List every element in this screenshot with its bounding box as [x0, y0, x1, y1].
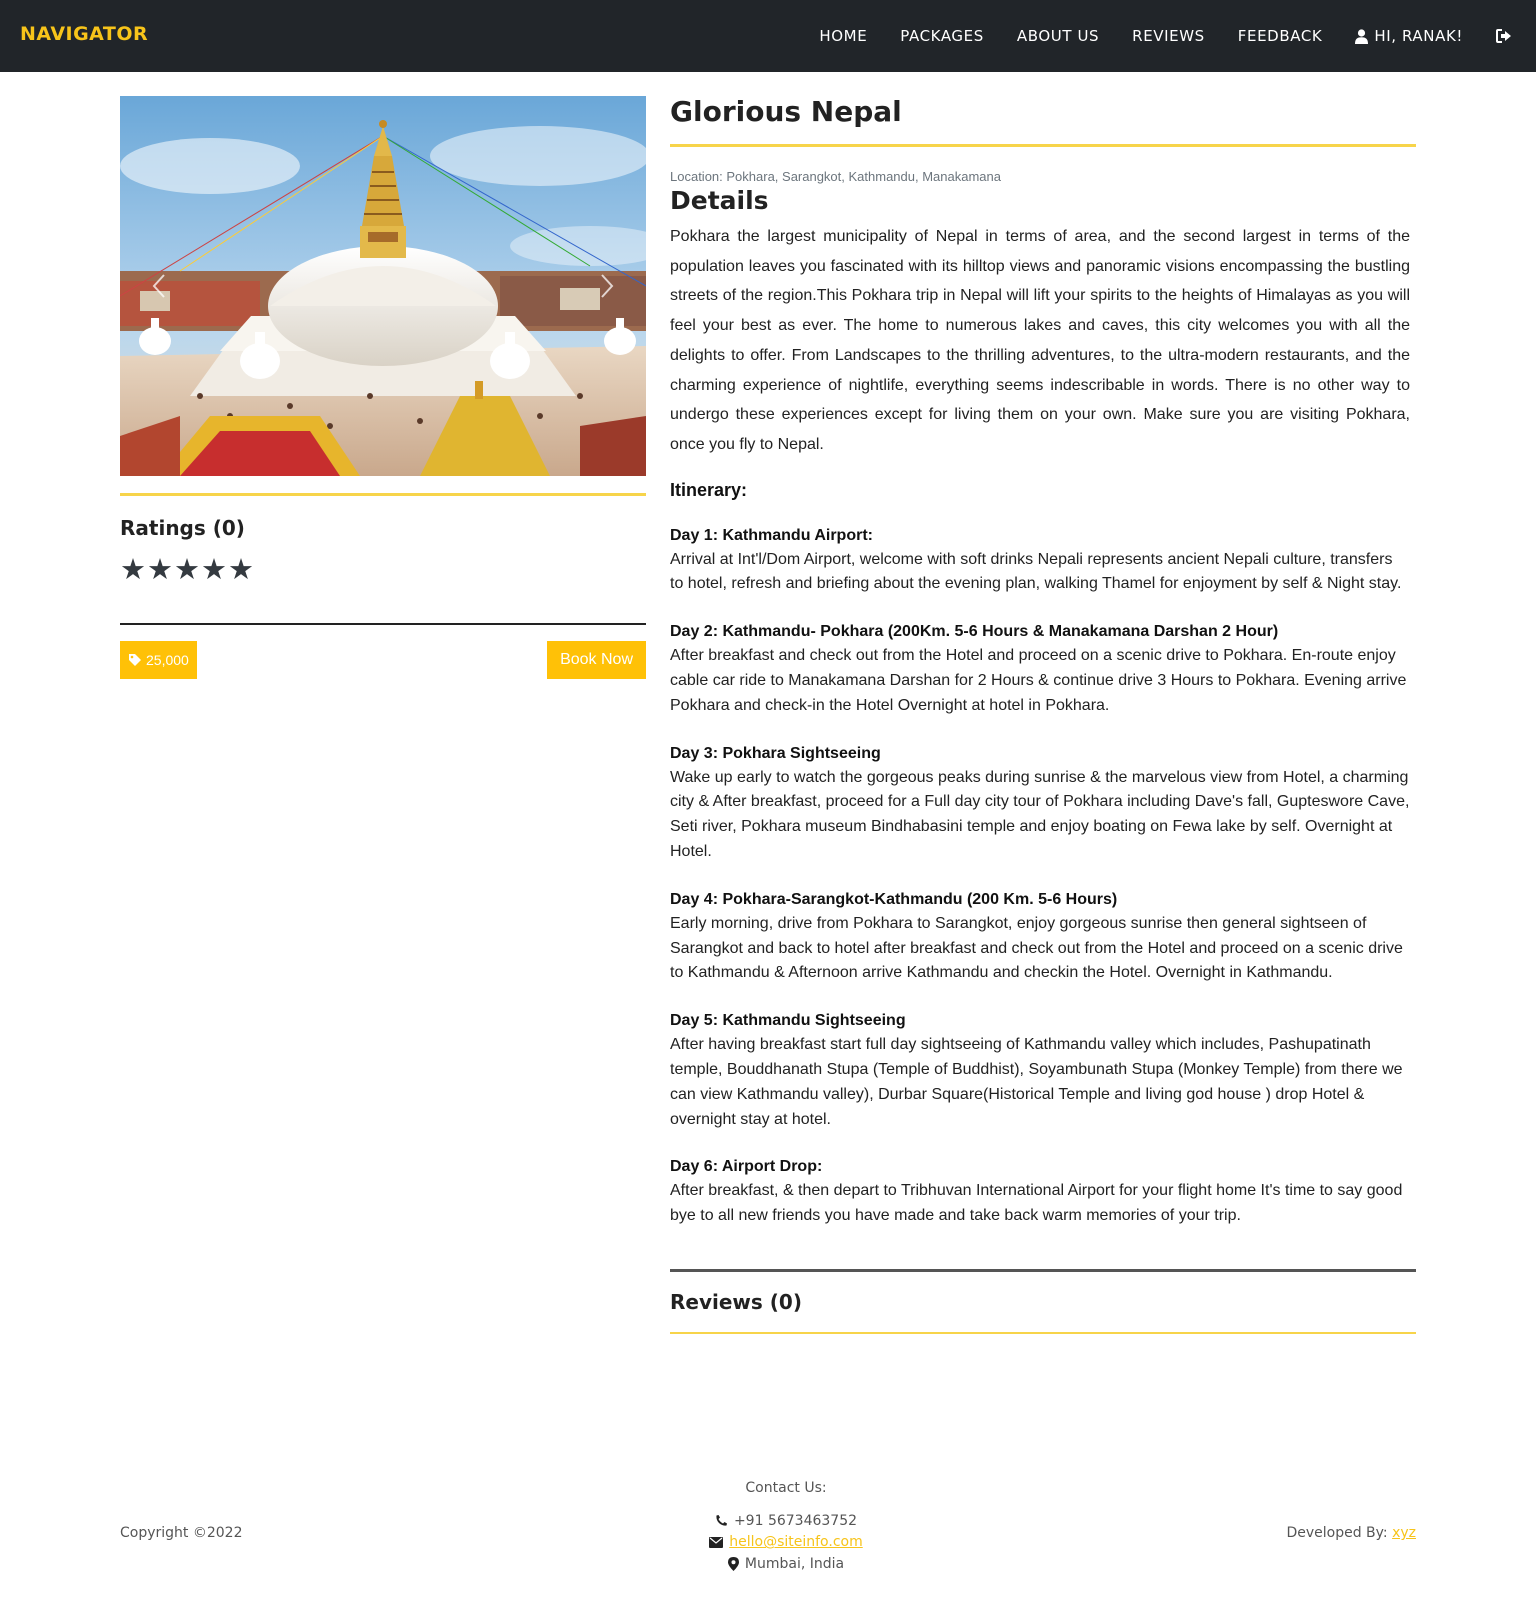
price-value: 25,000 [146, 652, 189, 668]
chevron-left-icon [152, 274, 165, 298]
carousel-next-button[interactable] [592, 266, 622, 306]
itinerary-day: Day 3: Pokhara Sightseeing Wake up early… [670, 744, 1416, 865]
nav-packages[interactable]: PACKAGES [900, 27, 984, 45]
itinerary-day-text: Early morning, drive from Pokhara to Sar… [670, 914, 1403, 982]
package-sidebar: Ratings (0) ★ ★ ★ ★ ★ 25,000 Book Now [120, 96, 646, 679]
carousel-underline [120, 493, 646, 496]
itinerary-day: Day 6: Airport Drop: After breakfast, & … [670, 1157, 1416, 1229]
reviews-underline [670, 1331, 1416, 1334]
star-icon: ★ [228, 554, 254, 586]
contact-address: Mumbai, India [686, 1553, 886, 1575]
nav-home[interactable]: HOME [819, 27, 867, 45]
nav-links: HOME PACKAGES ABOUT US REVIEWS FEEDBACK … [786, 0, 1518, 72]
user-menu[interactable]: HI, RANAK! [1355, 27, 1463, 45]
itinerary-day-title: Day 2: Kathmandu- Pokhara (200Km. 5-6 Ho… [670, 623, 1279, 641]
itinerary-day: Day 4: Pokhara-Sarangkot-Kathmandu (200 … [670, 890, 1416, 986]
itinerary-day-title: Day 6: Airport Drop: [670, 1158, 823, 1176]
package-description: Pokhara the largest municipality of Nepa… [670, 228, 1410, 453]
contact-section: Contact Us: +91 5673463752 hello@siteinf… [686, 1480, 886, 1575]
phone-icon [716, 1515, 727, 1526]
nav-reviews[interactable]: REVIEWS [1132, 27, 1205, 45]
itinerary-day: Day 5: Kathmandu Sightseeing After havin… [670, 1011, 1416, 1132]
carousel-image [120, 96, 646, 476]
star-icon: ★ [174, 554, 200, 586]
user-greeting: HI, RANAK! [1374, 27, 1463, 45]
developer-link[interactable]: xyz [1392, 1525, 1416, 1541]
itinerary-day-title: Day 5: Kathmandu Sightseeing [670, 1012, 906, 1030]
image-carousel[interactable] [120, 96, 646, 476]
itinerary-day-text: Arrival at Int'l/Dom Airport, welcome wi… [670, 550, 1402, 593]
envelope-icon [709, 1536, 724, 1548]
contact-heading: Contact Us: [745, 1480, 827, 1496]
itinerary-day: Day 1: Kathmandu Airport: Arrival at Int… [670, 526, 1416, 598]
package-title: Glorious Nepal [670, 95, 902, 128]
email-link[interactable]: hello@siteinfo.com [729, 1534, 862, 1550]
price-badge: 25,000 [120, 641, 197, 679]
contact-phone: +91 5673463752 [686, 1510, 886, 1532]
map-marker-icon [727, 1556, 739, 1571]
logout-button[interactable] [1496, 29, 1518, 43]
contact-email: hello@siteinfo.com [686, 1532, 886, 1554]
package-location: Location: Pokhara, Sarangkot, Kathmandu,… [670, 169, 1001, 184]
carousel-prev-button[interactable] [144, 266, 174, 306]
book-now-button[interactable]: Book Now [547, 641, 646, 679]
divider [120, 623, 646, 625]
star-icon: ★ [147, 554, 173, 586]
sign-out-icon [1496, 29, 1511, 43]
ratings-title: Ratings (0) [120, 516, 245, 540]
developer-credit: Developed By: xyz [1286, 1525, 1416, 1541]
address: Mumbai, India [744, 1555, 845, 1572]
reviews-title: Reviews (0) [670, 1289, 802, 1314]
details-heading: Details [670, 186, 769, 215]
itinerary-day: Day 2: Kathmandu- Pokhara (200Km. 5-6 Ho… [670, 622, 1416, 718]
title-underline [670, 144, 1416, 147]
star-rating: ★ ★ ★ ★ ★ [120, 556, 646, 585]
chevron-right-icon [601, 274, 614, 298]
itinerary-day-title: Day 3: Pokhara Sightseeing [670, 744, 881, 762]
star-icon: ★ [201, 554, 227, 586]
price-row: 25,000 Book Now [120, 641, 646, 679]
user-icon [1355, 28, 1369, 44]
package-details: Glorious Nepal Location: Pokhara, Sarang… [670, 94, 1416, 1334]
phone-number: +91 5673463752 [733, 1512, 858, 1529]
itinerary-day-text: Wake up early to watch the gorgeous peak… [670, 768, 1410, 860]
developed-by-label: Developed By: [1286, 1525, 1393, 1541]
tag-icon [129, 654, 141, 666]
reviews-divider [670, 1268, 1416, 1272]
brand-logo[interactable]: NAVIGATOR [20, 23, 148, 45]
nav-feedback[interactable]: FEEDBACK [1238, 27, 1323, 45]
nav-about-us[interactable]: ABOUT US [1017, 27, 1099, 45]
itinerary-day-title: Day 1: Kathmandu Airport: [670, 526, 873, 544]
itinerary-day-text: After breakfast, & then depart to Tribhu… [670, 1182, 1403, 1225]
top-navbar: NAVIGATOR HOME PACKAGES ABOUT US REVIEWS… [0, 0, 1536, 72]
itinerary-day-text: After having breakfast start full day si… [670, 1036, 1403, 1128]
itinerary-day-title: Day 4: Pokhara-Sarangkot-Kathmandu (200 … [670, 890, 1118, 908]
itinerary-day-text: After breakfast and check out from the H… [670, 647, 1407, 714]
copyright: Copyright ©2022 [120, 1525, 243, 1541]
itinerary-heading: Itinerary: [670, 479, 748, 500]
star-icon: ★ [120, 554, 146, 586]
